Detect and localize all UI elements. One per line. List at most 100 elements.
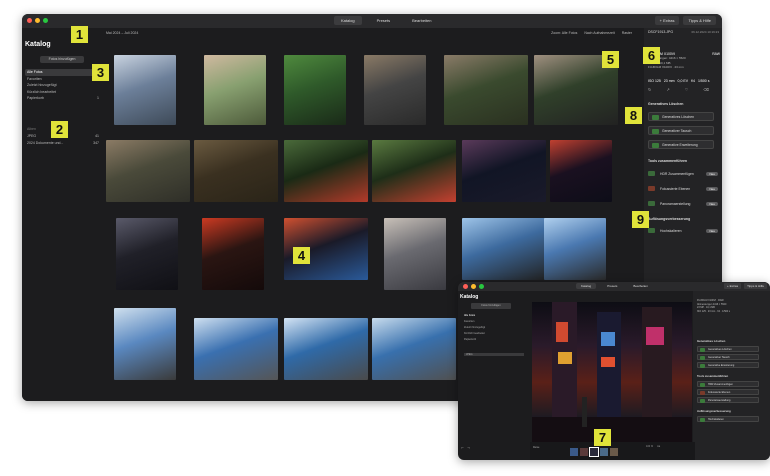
tab-katalog[interactable]: Katalog: [576, 283, 597, 289]
window-controls: [463, 284, 484, 289]
import-photos-button[interactable]: Fotos hinzufügen: [40, 56, 84, 63]
sidebar-item-trash[interactable]: Papierkorb 1: [25, 95, 101, 102]
section-generative: Generatives Löschen: [648, 102, 684, 106]
sidebar-item-recently-edited[interactable]: Kürzlich bearbeitet: [464, 332, 485, 335]
tab-presets[interactable]: Presets: [602, 283, 622, 289]
sidebar-list: Alle Fotos588 Favoriten Zuletzt hinzugef…: [25, 69, 101, 102]
tab-katalog[interactable]: Katalog: [334, 16, 362, 25]
photo-thumb-squirrel-apple-2[interactable]: [372, 140, 456, 202]
photo-thumb-times-square-night-2[interactable]: [550, 140, 612, 202]
import-photos-button[interactable]: Fotos hinzufügen: [471, 303, 511, 309]
fullscreen-window-icon[interactable]: [43, 18, 48, 23]
panorama-icon: [648, 201, 655, 206]
photo-thumb-dance-bridge-3[interactable]: [372, 318, 456, 380]
sort-dropdown[interactable]: Nach Aufnahmezeit: [584, 31, 614, 35]
generative-erase-button[interactable]: Generatives Löschen: [697, 346, 759, 352]
view-mode-dropdown[interactable]: Raster: [622, 31, 632, 35]
photo-thumb-squirrel-rock[interactable]: [364, 55, 426, 125]
photo-thumb-squirrel-wide-1[interactable]: [106, 140, 190, 202]
rotate-icon[interactable]: ↻: [648, 87, 651, 92]
filmstrip-thumb[interactable]: [580, 448, 588, 456]
help-button[interactable]: Tipps & Hilfe: [683, 16, 716, 25]
tool-focus-stack[interactable]: Fokussierte Ebenen Neu: [648, 184, 720, 193]
share-icon[interactable]: ↗: [666, 87, 669, 92]
album-item[interactable]: 2024 Dokumente und... 347: [25, 140, 101, 147]
trash-icon[interactable]: ⌫: [703, 87, 709, 92]
button-label: Fokussierte Ebenen: [708, 391, 731, 394]
hdr-icon: [700, 383, 705, 387]
generative-erase-button[interactable]: Generatives Löschen: [648, 112, 714, 121]
extras-button[interactable]: + Extras: [654, 16, 680, 25]
photo-thumb-squirrel-apple-1[interactable]: [284, 140, 368, 202]
close-window-icon[interactable]: [463, 284, 468, 289]
tool-upscale[interactable]: Hochskalieren: [697, 416, 759, 422]
generative-swap-button[interactable]: Generativer Tausch: [648, 126, 714, 135]
album-label: 2024 Dokumente und...: [27, 140, 64, 145]
sidebar-item-favorites[interactable]: Favoriten: [464, 320, 474, 323]
minimize-window-icon[interactable]: [471, 284, 476, 289]
billboard-red: [556, 322, 568, 342]
format-tag: RAW: [712, 52, 720, 56]
generative-expand-button[interactable]: Generative Erweiterung: [697, 362, 759, 368]
zoom-filter-dropdown[interactable]: Zoom: Alle Fotos: [551, 31, 577, 35]
redo-icon[interactable]: ↷: [468, 446, 471, 450]
billboard-pink: [646, 327, 664, 345]
tool-upscale[interactable]: Hochskalieren Neu: [648, 226, 720, 235]
photo-thumb-bridge-view-1[interactable]: [462, 218, 546, 280]
tool-panorama[interactable]: Panoramaerstellung Neu: [648, 199, 720, 208]
tool-hdr[interactable]: HDR Zusammenfügen: [697, 381, 759, 387]
eraser-icon: [652, 115, 659, 120]
undo-icon[interactable]: ↶: [461, 446, 464, 450]
photo-thumb-woman-flowers[interactable]: [204, 55, 266, 125]
sidebar-item-all-photos[interactable]: Alle Fotos: [464, 314, 475, 317]
photo-thumb-hand-sign-red[interactable]: [202, 218, 264, 290]
tool-focus-stack[interactable]: Fokussierte Ebenen: [697, 389, 759, 395]
toolbar-right: + Extras Tipps & Hilfe: [724, 283, 767, 289]
photo-thumb-man-bridge[interactable]: [544, 218, 606, 280]
photo-thumb-times-square-night-1[interactable]: [462, 140, 546, 202]
callout-badge-5: 5: [602, 51, 619, 68]
tab-bearbeiten[interactable]: Bearbeiten: [628, 283, 653, 289]
tab-bearbeiten[interactable]: Bearbeiten: [405, 16, 438, 25]
fullscreen-window-icon[interactable]: [479, 284, 484, 289]
tool-label: Hochskalieren: [660, 228, 682, 233]
close-window-icon[interactable]: [27, 18, 32, 23]
photo-thumb-woman-building[interactable]: [384, 218, 446, 290]
filmstrip-thumb[interactable]: [570, 448, 578, 456]
album-item[interactable]: JPEG: [464, 353, 524, 356]
filmstrip-thumb[interactable]: [610, 448, 618, 456]
zoom-level[interactable]: 100 %: [646, 445, 653, 448]
callout-badge-7: 7: [594, 429, 611, 446]
photo-thumb-pond-trees[interactable]: [284, 55, 346, 125]
preview-photo: [532, 302, 692, 448]
extras-button[interactable]: + Extras: [724, 283, 742, 289]
tool-hdr[interactable]: HDR Zusammenfügen Neu: [648, 169, 720, 178]
minimize-window-icon[interactable]: [35, 18, 40, 23]
heart-icon[interactable]: ♡: [685, 87, 689, 92]
photo-thumb-squirrel-tree[interactable]: [194, 140, 278, 202]
tool-panorama[interactable]: Panoramaerstellung: [697, 397, 759, 403]
new-badge: Neu: [706, 228, 718, 233]
generative-swap-button[interactable]: Generativer Tausch: [697, 354, 759, 360]
photo-thumb-street-sign-night[interactable]: [116, 218, 178, 290]
sidebar-item-recently-added[interactable]: Zuletzt hinzugefügt: [464, 326, 485, 329]
filmstrip-thumb[interactable]: [600, 448, 608, 456]
photo-thumb-city-tower[interactable]: [114, 55, 176, 125]
button-label: Generatives Löschen: [662, 115, 695, 119]
help-button[interactable]: Tipps & Hilfe: [744, 283, 767, 289]
photo-thumb-dance-bridge-2[interactable]: [284, 318, 368, 380]
filmstrip-thumb-selected[interactable]: [589, 447, 599, 457]
filmstrip-right-controls: 100 % Aa: [646, 445, 660, 448]
generative-expand-button[interactable]: Generative Erweiterung: [648, 140, 714, 149]
sidebar-item-trash[interactable]: Papierkorb: [464, 338, 476, 341]
photo-thumb-woman-bridge-portrait[interactable]: [114, 308, 176, 380]
tab-presets[interactable]: Presets: [370, 16, 398, 25]
filmstrip-left-controls: ↶ ↷: [461, 446, 470, 450]
sidebar-item-label: Alle Fotos: [27, 70, 43, 75]
text-toggle[interactable]: Aa: [657, 445, 660, 448]
callout-badge-3: 3: [92, 64, 109, 81]
photo-thumb-squirrel-sitting[interactable]: [444, 55, 528, 125]
photo-thumb-dance-bridge-1[interactable]: [194, 318, 278, 380]
title-bar: Katalog Presets Bearbeiten + Extras Tipp…: [458, 282, 770, 291]
button-label: Generatives Löschen: [708, 348, 732, 351]
